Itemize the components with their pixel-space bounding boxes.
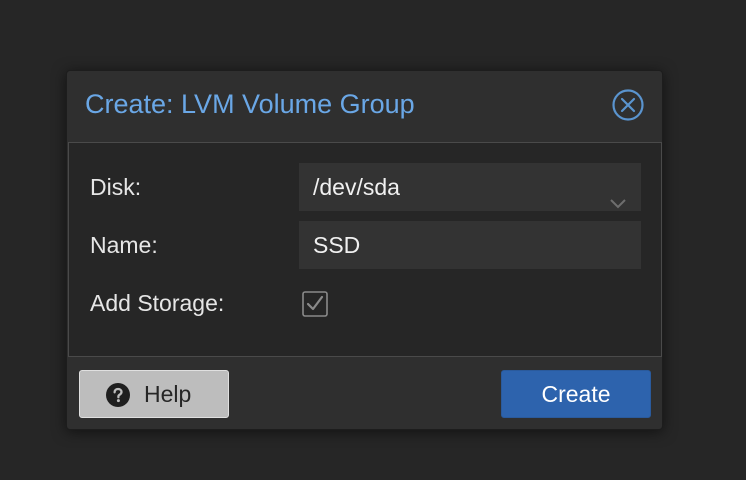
checkmark-icon xyxy=(306,295,324,311)
dialog-header: Create: LVM Volume Group xyxy=(67,71,662,141)
disk-label: Disk: xyxy=(90,174,142,200)
chevron-down-icon[interactable] xyxy=(609,179,627,209)
disk-select-value: /dev/sda xyxy=(313,174,400,200)
add-storage-checkbox[interactable] xyxy=(302,291,328,317)
name-label: Name: xyxy=(90,232,158,258)
close-icon[interactable] xyxy=(611,88,645,122)
dialog-title: Create: LVM Volume Group xyxy=(85,89,415,119)
add-storage-label: Add Storage: xyxy=(90,290,225,316)
dialog-form: Disk: /dev/sda Name: Add Storage: xyxy=(68,142,662,357)
question-circle-icon xyxy=(106,383,130,407)
disk-select[interactable]: /dev/sda xyxy=(299,163,641,211)
name-input[interactable] xyxy=(299,221,641,269)
create-lvm-volume-group-dialog: Create: LVM Volume Group Disk: /dev/sda … xyxy=(66,70,663,430)
help-button-label: Help xyxy=(144,381,192,407)
dialog-footer: Help Create xyxy=(67,358,662,430)
help-button[interactable]: Help xyxy=(79,370,229,418)
create-button[interactable]: Create xyxy=(501,370,651,418)
